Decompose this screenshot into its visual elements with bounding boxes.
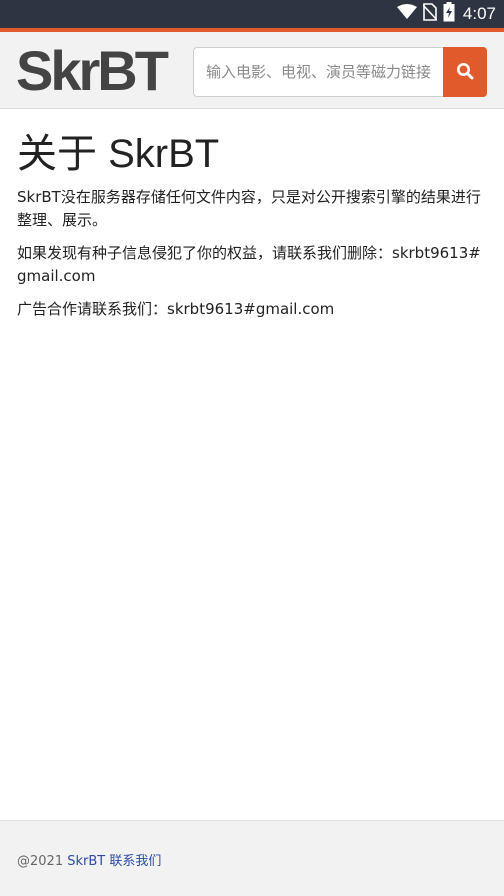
page-title: 关于 SkrBT: [17, 132, 220, 176]
footer-site-link[interactable]: SkrBT: [67, 854, 105, 869]
header: SkrBT: [0, 32, 504, 109]
battery-charging-icon: [443, 2, 455, 26]
footer: @2021 SkrBT 联系我们: [0, 820, 504, 896]
site-logo[interactable]: SkrBT: [16, 41, 169, 101]
footer-text: @2021 SkrBT 联系我们: [17, 850, 161, 869]
status-icons: 4:07: [396, 0, 496, 28]
status-bar: 4:07: [0, 0, 504, 28]
no-sim-icon: [422, 3, 438, 25]
search-icon: [456, 62, 474, 83]
copyright-text: @2021: [17, 854, 64, 869]
status-time: 4:07: [462, 4, 496, 23]
search-button[interactable]: [443, 47, 487, 97]
search-input[interactable]: [193, 47, 443, 97]
advertising-paragraph: 广告合作请联系我们：skrbt9613#gmail.com: [17, 300, 335, 318]
about-content: 关于 SkrBT SkrBT没在服务器存储任何文件内容，只是对公开搜索引擎的结果…: [17, 130, 487, 331]
footer-contact-link[interactable]: 联系我们: [109, 854, 161, 869]
wifi-icon: [396, 4, 417, 24]
takedown-paragraph: 如果发现有种子信息侵犯了你的权益，请联系我们删除：skrbt9613#gmail…: [17, 244, 481, 285]
disclaimer-paragraph: SkrBT没在服务器存储任何文件内容，只是对公开搜索引擎的结果进行整理、展示。: [17, 188, 481, 229]
